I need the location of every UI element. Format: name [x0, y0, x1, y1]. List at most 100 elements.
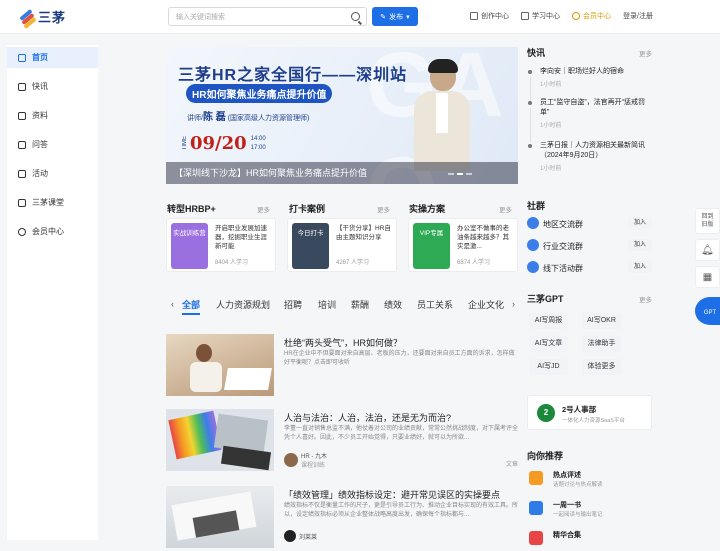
- flash-time: 1小时前: [540, 123, 562, 129]
- top-bar: 三茅 输入关键词搜索 ✎ 发布 ▾ 创作中心 学习中心 会员中心 登录/注册: [0, 0, 720, 34]
- sidebar-item-qa[interactable]: 问答: [7, 134, 98, 155]
- feed-author[interactable]: 刘莱莱: [284, 530, 317, 542]
- nav-learning-center[interactable]: 学习中心: [521, 11, 560, 21]
- publish-button[interactable]: ✎ 发布 ▾: [372, 7, 418, 26]
- back-to-old-version-button[interactable]: 回到旧版: [695, 208, 720, 234]
- course-card[interactable]: VIP专属 办公室不做事的老油条越来越多？其实是激... 6874 人学习: [408, 218, 518, 272]
- lecturer-name: 陈 磊: [202, 112, 226, 123]
- time-label: TIME: [182, 136, 188, 151]
- flash-icon: [18, 82, 26, 91]
- tab-performance[interactable]: 绩效: [384, 298, 402, 311]
- banner-subtitle: HR如何聚焦业务痛点提升价值: [186, 84, 333, 103]
- tab-employee-relations[interactable]: 员工关系: [417, 298, 453, 311]
- tab-compensation[interactable]: 薪酬: [351, 298, 369, 311]
- join-button[interactable]: 加入: [628, 239, 652, 251]
- group-icon: [527, 239, 539, 251]
- sidebar-item-resources[interactable]: 资料: [7, 105, 98, 126]
- community-name: 地区交流群: [543, 220, 583, 229]
- collection-icon: [529, 531, 543, 545]
- avatar: [284, 530, 296, 542]
- carousel-dots[interactable]: [448, 173, 472, 175]
- search-icon[interactable]: [351, 12, 360, 21]
- feed-desc: HR在企业中不但要面对来自高层、老板的压力，还要面对来自员工方面的诉求，怎样做好…: [284, 351, 515, 366]
- recommend-item[interactable]: 精华合集: [527, 529, 652, 551]
- sidebar-item-flash[interactable]: 快讯: [7, 76, 98, 97]
- author-name: HR - 九木: [301, 454, 327, 460]
- feed-title[interactable]: 杜绝“两头受气”，HR如何做？: [284, 336, 402, 349]
- course-card[interactable]: 今日打卡 【干货分享】HR自由主题知识分享 4267 人学习: [287, 218, 397, 272]
- thumb-label: VIP专属: [419, 230, 444, 237]
- community-item: 行业交流群 加入: [527, 239, 652, 255]
- lecturer-photo: [414, 59, 470, 171]
- flash-item[interactable]: 三茅日报｜人力资源相关最新简讯（2024年9月20日） 1小时前: [527, 141, 652, 172]
- nav-member-center[interactable]: 会员中心: [572, 11, 611, 21]
- search-input[interactable]: 输入关键词搜索: [168, 7, 367, 26]
- sidebar-item-member[interactable]: 会员中心: [7, 221, 98, 242]
- promo-2hao-banner[interactable]: 2 2号人事部 一体化人力资源SaaS平台: [527, 395, 652, 430]
- section-plan-more[interactable]: 更多: [499, 204, 512, 214]
- feed-title[interactable]: 「绩效管理」绩效指标设定：避开常见误区的实操要点: [284, 488, 500, 501]
- community-item: 线下活动群 加入: [527, 261, 652, 277]
- feed-item[interactable]: 「绩效管理」绩效指标设定：避开常见误区的实操要点 绩效指标不仅是衡量工作的尺子，…: [166, 486, 518, 548]
- recommend-item[interactable]: 热点评述 话题讨论与热点解读: [527, 469, 652, 491]
- feed-item[interactable]: 杜绝“两头受气”，HR如何做？ HR在企业中不但要面对来自高层、老板的压力，还要…: [166, 334, 518, 396]
- feed-title[interactable]: 人治与法治：人治，法治，还是无为而治?: [284, 411, 451, 424]
- course-meta: 4267 人学习: [336, 260, 370, 266]
- banner-title: 三茅HR之家全国行——深圳站: [178, 67, 408, 84]
- thumb-label: 今日打卡: [297, 230, 324, 237]
- logo-mark-icon: [18, 8, 37, 29]
- hero-banner[interactable]: GA O 三茅HR之家全国行——深圳站 HR如何聚焦业务痛点提升价值 讲师/陈 …: [166, 47, 518, 184]
- sidebar-label: 问答: [32, 140, 48, 149]
- section-case-title: 打卡案例: [289, 204, 326, 214]
- gpt-weekly-report-button[interactable]: AI写周报: [529, 313, 568, 329]
- course-meta: 8404 人学习: [215, 260, 249, 266]
- tab-culture[interactable]: 企业文化: [468, 298, 504, 311]
- feed-type: 文章: [505, 462, 518, 468]
- tab-training[interactable]: 培训: [318, 298, 336, 311]
- course-card[interactable]: 实战训练营 开启职业发展加速器，挖掘职业生涯新可能 8404 人学习: [166, 218, 276, 272]
- left-sidebar: 首页 快讯 资料 问答 活动 三茅课堂 会员中心: [7, 45, 98, 540]
- course-title: 【干货分享】HR自由主题知识分享: [336, 225, 391, 241]
- login-register-link[interactable]: 登录/注册: [623, 11, 653, 21]
- section-hrbp-title: 转型HRBP+: [167, 204, 216, 214]
- nav-member-label: 会员中心: [583, 13, 611, 20]
- flash-item[interactable]: 李向安｜职场烂好人的宿命 1小时前: [527, 67, 652, 103]
- chevron-right-icon[interactable]: ›: [512, 299, 515, 309]
- sidebar-label: 首页: [32, 53, 48, 62]
- sidebar-item-home[interactable]: 首页: [7, 47, 98, 68]
- tab-all[interactable]: 全部: [182, 298, 201, 315]
- gpt-okr-button[interactable]: AI写OKR: [582, 313, 621, 329]
- sidebar-label: 资料: [32, 111, 48, 120]
- feed-item[interactable]: 人治与法治：人治，法治，还是无为而治? 李董一直对销售总监不满，他仗着对公司的业…: [166, 409, 518, 471]
- category-tabs: ‹ 全部 人力资源规划 招聘 培训 薪酬 绩效 员工关系 企业文化 ›: [166, 298, 518, 315]
- flash-item[interactable]: 员工“监守自盗”，法官再开“惩戒罚单” 1小时前: [527, 98, 652, 142]
- nav-creator-center[interactable]: 创作中心: [470, 11, 509, 21]
- gpt-jd-button[interactable]: AI写JD: [529, 359, 568, 375]
- gpt-float-button[interactable]: GPT: [695, 297, 720, 325]
- feed-image: [166, 486, 274, 548]
- site-logo[interactable]: 三茅: [18, 7, 67, 29]
- chevron-left-icon[interactable]: ‹: [171, 299, 174, 309]
- recommend-item[interactable]: 一周一书 一起阅读与输出笔记: [527, 499, 652, 521]
- section-hrbp-more[interactable]: 更多: [257, 204, 270, 214]
- gpt-legal-button[interactable]: 法律助手: [582, 336, 621, 352]
- flash-more[interactable]: 更多: [639, 48, 652, 58]
- feed-author[interactable]: HR - 九木 课程训练: [284, 451, 327, 469]
- join-button[interactable]: 加入: [628, 217, 652, 229]
- bell-icon[interactable]: 🔔︎: [695, 239, 720, 261]
- gpt-article-button[interactable]: AI写文章: [529, 336, 568, 352]
- vip-icon: [18, 227, 26, 236]
- tab-hr-planning[interactable]: 人力资源规划: [216, 298, 270, 311]
- sidebar-item-classroom[interactable]: 三茅课堂: [7, 192, 98, 213]
- banner-date-block: TIME 09/20 14:00 17:00: [182, 133, 266, 154]
- nav-creator-label: 创作中心: [481, 13, 509, 20]
- search-placeholder: 输入关键词搜索: [176, 14, 225, 21]
- logo-text: 三茅: [38, 10, 67, 25]
- gpt-more-button[interactable]: 体验更多: [582, 359, 621, 375]
- qrcode-icon[interactable]: ▦: [695, 266, 720, 288]
- sidebar-item-events[interactable]: 活动: [7, 163, 98, 184]
- section-case-more[interactable]: 更多: [377, 204, 390, 214]
- gpt-more[interactable]: 更多: [639, 294, 652, 304]
- tab-recruitment[interactable]: 招聘: [284, 298, 302, 311]
- join-button[interactable]: 加入: [628, 261, 652, 273]
